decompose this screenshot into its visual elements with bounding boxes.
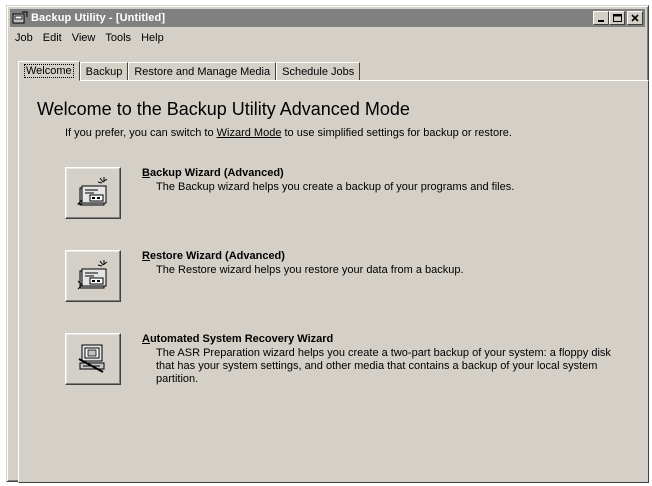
menu-view[interactable]: View <box>67 32 101 44</box>
tab-schedule-label: Schedule Jobs <box>282 65 355 78</box>
tab-restore-manage-media[interactable]: Restore and Manage Media <box>128 62 277 80</box>
restore-wizard-row: Restore Wizard (Advanced) The Restore wi… <box>65 250 625 310</box>
menu-bar: Job Edit View Tools Help <box>10 29 645 47</box>
backup-utility-window: Backup Utility - [Untitled] Job Edit Vie… <box>6 5 649 483</box>
close-button[interactable] <box>627 11 643 25</box>
menu-help[interactable]: Help <box>136 32 169 44</box>
tab-backup[interactable]: Backup <box>79 62 129 80</box>
minimize-button[interactable] <box>593 11 609 25</box>
restore-wizard-title[interactable]: Restore Wizard (Advanced) <box>142 250 285 262</box>
tab-backup-label: Backup <box>85 65 123 78</box>
intro-text: If you prefer, you can switch to Wizard … <box>65 127 512 139</box>
backup-wizard-description: The Backup wizard helps you create a bac… <box>156 181 515 193</box>
restore-wizard-description: The Restore wizard helps you restore you… <box>156 264 464 276</box>
menu-edit[interactable]: Edit <box>38 32 67 44</box>
asr-wizard-description: The ASR Preparation wizard helps you cre… <box>156 347 611 385</box>
asr-wizard-row: Automated System Recovery Wizard The ASR… <box>65 333 625 393</box>
restore-wizard-icon <box>76 259 110 294</box>
restore-wizard-button[interactable] <box>65 250 121 302</box>
backup-wizard-button[interactable] <box>65 167 121 219</box>
title-bar[interactable]: Backup Utility - [Untitled] <box>10 9 645 27</box>
intro-prefix: If you prefer, you can switch to <box>65 127 217 139</box>
backup-app-icon <box>12 11 28 25</box>
menu-tools[interactable]: Tools <box>100 32 136 44</box>
asr-wizard-icon <box>76 342 110 377</box>
tab-schedule-jobs[interactable]: Schedule Jobs <box>276 62 361 80</box>
backup-wizard-title[interactable]: Backup Wizard (Advanced) <box>142 167 284 179</box>
tab-welcome-label: Welcome <box>24 64 74 78</box>
welcome-panel: Welcome to the Backup Utility Advanced M… <box>18 80 649 483</box>
window-title: Backup Utility - [Untitled] <box>31 12 166 24</box>
tab-restore-label: Restore and Manage Media <box>134 65 271 78</box>
intro-suffix: to use simplified settings for backup or… <box>281 127 512 139</box>
tab-welcome[interactable]: Welcome <box>18 61 80 81</box>
wizard-mode-link[interactable]: Wizard Mode <box>217 127 282 139</box>
menu-job[interactable]: Job <box>10 32 38 44</box>
tab-strip: Welcome Backup Restore and Manage Media … <box>18 60 361 81</box>
welcome-heading: Welcome to the Backup Utility Advanced M… <box>37 99 410 119</box>
backup-wizard-row: Backup Wizard (Advanced) The Backup wiza… <box>65 167 625 227</box>
maximize-button[interactable] <box>609 11 625 25</box>
backup-wizard-icon <box>76 176 110 211</box>
asr-wizard-button[interactable] <box>65 333 121 385</box>
asr-wizard-title[interactable]: Automated System Recovery Wizard <box>142 333 333 345</box>
